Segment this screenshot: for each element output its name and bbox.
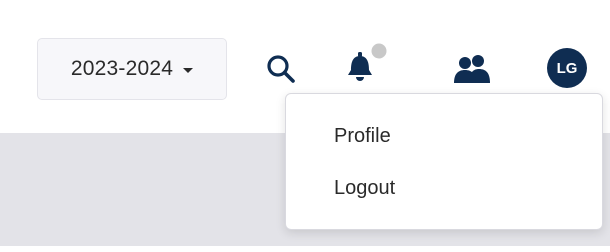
- notifications-button[interactable]: [343, 42, 391, 86]
- search-button[interactable]: [265, 53, 297, 85]
- users-icon: [454, 55, 490, 83]
- school-year-select[interactable]: 2023-2024: [37, 38, 227, 100]
- content-divider: [0, 246, 610, 252]
- user-menu-dropdown: Profile Logout: [285, 93, 603, 230]
- search-icon: [267, 55, 295, 83]
- menu-item-logout[interactable]: Logout: [334, 177, 395, 200]
- caret-down-icon: [183, 67, 194, 73]
- menu-item-profile[interactable]: Profile: [334, 125, 391, 148]
- avatar-initials: LG: [556, 59, 578, 77]
- avatar[interactable]: LG: [547, 48, 587, 88]
- school-year-value: 2023-2024: [70, 57, 174, 80]
- users-button[interactable]: [452, 54, 492, 84]
- bell-icon: [348, 43, 387, 81]
